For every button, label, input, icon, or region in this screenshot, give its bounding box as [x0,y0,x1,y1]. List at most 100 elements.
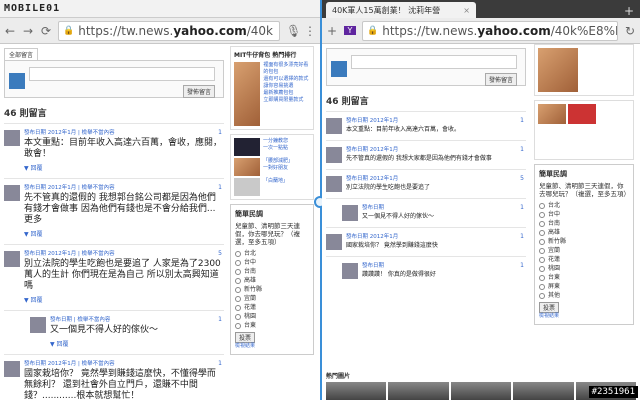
poll-option[interactable]: 台北 [235,249,309,258]
like-count[interactable]: 5 [218,250,222,257]
avatar [9,73,25,89]
list-item: 發布日期 2012年1月 別立法院的學生吃飽也是要追了 5 [326,169,526,198]
poll-result-link[interactable]: 檢視結果 [539,313,629,320]
like-count[interactable]: 1 [218,360,222,367]
status-bar: MOBILE01 [0,0,320,18]
like-count[interactable]: 1 [218,316,222,323]
like-count[interactable]: 1 [520,146,524,153]
poll-option[interactable]: 桃園 [539,264,629,273]
ad-thumb[interactable] [568,104,596,124]
poll-option[interactable]: 桃園 [235,312,309,321]
poll-option[interactable]: 宜蘭 [235,294,309,303]
avatar [4,361,20,377]
left-address-field[interactable]: 🔒 https://tw.news. yahoo.com/40k [58,20,280,41]
left-browser-pane: MOBILE01 ← → ⟳ 🔒 https://tw.news. yahoo.c… [0,0,320,400]
browser-tab[interactable]: 40K軍人15萬創業！ 沈莉年營 × [326,2,476,18]
list-item: 發布日期 2012年1月 先不管真的還假的 我想大家都是因為他們有錢才會做事 1 [326,140,526,169]
poll-option[interactable]: 新竹縣 [235,285,309,294]
poll-panel: 簡單民調 兒童節、清明節三天連假，你去哪兒玩？（複選，至多五項） 台北 台中 台… [534,164,634,325]
like-count[interactable]: 1 [218,184,222,191]
ad-thumb[interactable] [234,158,260,176]
poll-option[interactable]: 花蓮 [235,303,309,312]
post-comment-button[interactable]: 發佈留言 [182,85,215,98]
forward-icon[interactable]: → [22,24,34,38]
new-tab-plus-icon[interactable]: + [326,24,338,38]
mic-icon[interactable]: 🎙 [286,24,301,38]
poll-option[interactable]: 台東 [539,273,629,282]
close-icon[interactable]: × [463,6,470,15]
reply-link[interactable]: ▼ 回覆 [50,339,224,348]
vote-button[interactable]: 投票 [235,332,256,343]
yahoo-favicon: Y [344,26,356,35]
avatar [342,263,358,279]
like-count[interactable]: 5 [520,175,524,182]
right-address-field[interactable]: 🔒 https://tw.news.yahoo.com/40k%E8%BB%8D… [362,20,618,41]
vote-button[interactable]: 投票 [539,302,560,313]
poll-option[interactable]: 台東 [235,321,309,330]
like-count[interactable]: 1 [520,117,524,124]
lock-icon: 🔒 [63,25,75,36]
list-item: 發布日期 2012年1月 本文重點：目前年收入高達六百萬，會收。 1 [326,111,526,140]
tab-strip: 40K軍人15萬創業！ 沈莉年營 × + [322,0,640,18]
image-thumb[interactable] [513,382,574,400]
reload-icon[interactable]: ↻ [624,24,636,38]
comment-input[interactable] [29,67,215,81]
new-tab-icon[interactable]: + [624,4,634,18]
mobile01-logo: MOBILE01 [4,3,61,14]
ad-thumb[interactable] [234,138,260,156]
poll-option[interactable]: 高雄 [539,228,629,237]
poll-option[interactable]: 台南 [235,267,309,276]
ad-thumb[interactable] [234,178,260,196]
ad-panel: 簡單民調 兒童節、清明節三天連假，你去哪兒玩？（複選，至多五項） 台北 台中 台… [534,44,634,325]
poll-option[interactable]: 台南 [539,219,629,228]
watermark: #2351961 [588,386,638,398]
ad-panel: MIT牛仔背包 熱門排行 裡面有很多漂亮好看的包包 還有可以選擇的款式 讓你容易… [230,46,314,355]
ad-image[interactable] [234,62,261,126]
list-item: 發布日期 2012年1月 | 檢舉不當內容 國家栽培你？ 竟然學到賺錢這麼快，不… [4,354,224,400]
image-thumb[interactable] [450,382,512,400]
list-item: 發布日期 2012年1月 | 檢舉不當內容 先不管真的還假的 我想郭台銘公司都是… [4,178,224,244]
list-item: 發布日期 2012年1月 | 檢舉不當內容 別立法院的學生吃飽也是要追了 人家是… [4,244,224,310]
reload-icon[interactable]: ⟳ [40,24,52,38]
poll-option[interactable]: 台北 [539,201,629,210]
like-count[interactable]: 1 [520,262,524,269]
image-thumb[interactable] [388,382,449,400]
right-browser-pane: 40K軍人15萬創業！ 沈莉年營 × + + Y 🔒 https://tw.ne… [322,0,640,400]
like-count[interactable]: 1 [520,204,524,211]
like-count[interactable]: 1 [218,129,222,136]
like-count[interactable]: 1 [520,233,524,240]
tab-all-comments[interactable]: 全部留言 [4,48,39,60]
list-item: 發布日期 又一個見不得人好的傢伙～ 1 [326,198,526,227]
avatar [4,185,20,201]
list-item: 發布日期 讚讚讚！ 你真的是做得很好 1 [326,256,526,285]
ad-image[interactable] [538,48,578,92]
poll-option[interactable]: 宜蘭 [539,246,629,255]
avatar [326,118,342,134]
reply-link[interactable]: ▼ 回覆 [24,163,224,172]
avatar [326,234,342,250]
menu-icon[interactable]: ⋮ [304,24,316,38]
poll-option[interactable]: 台中 [539,210,629,219]
lock-icon: 🔒 [367,25,379,36]
poll-option[interactable]: 台中 [235,258,309,267]
comment-input[interactable] [351,55,517,69]
list-item: 發布日期 2012年1月 國家栽培你？ 竟然學到賺錢這麼快 1 [326,227,526,256]
poll-result-link[interactable]: 檢視結果 [235,343,309,350]
back-icon[interactable]: ← [4,24,16,38]
avatar [30,317,46,333]
reply-link[interactable]: ▼ 回覆 [24,295,224,304]
ad-title: MIT牛仔背包 熱門排行 [234,52,297,59]
poll-option[interactable]: 新竹縣 [539,237,629,246]
poll-option[interactable]: 花蓮 [539,255,629,264]
ad-thumb[interactable] [538,104,566,124]
comment-count: 46 則留言 [326,97,369,107]
poll-option[interactable]: 屏東 [539,282,629,291]
poll-option[interactable]: 其他 [539,291,629,300]
bottom-section-label: 熱門圖片 [326,373,351,380]
reply-link[interactable]: ▼ 回覆 [24,229,224,238]
poll-option[interactable]: 高雄 [235,276,309,285]
avatar [331,61,347,77]
post-comment-button[interactable]: 發佈留言 [484,73,517,86]
left-url-bar: ← → ⟳ 🔒 https://tw.news. yahoo.com/40k 🎙 … [0,18,320,44]
image-thumb[interactable] [326,382,387,400]
